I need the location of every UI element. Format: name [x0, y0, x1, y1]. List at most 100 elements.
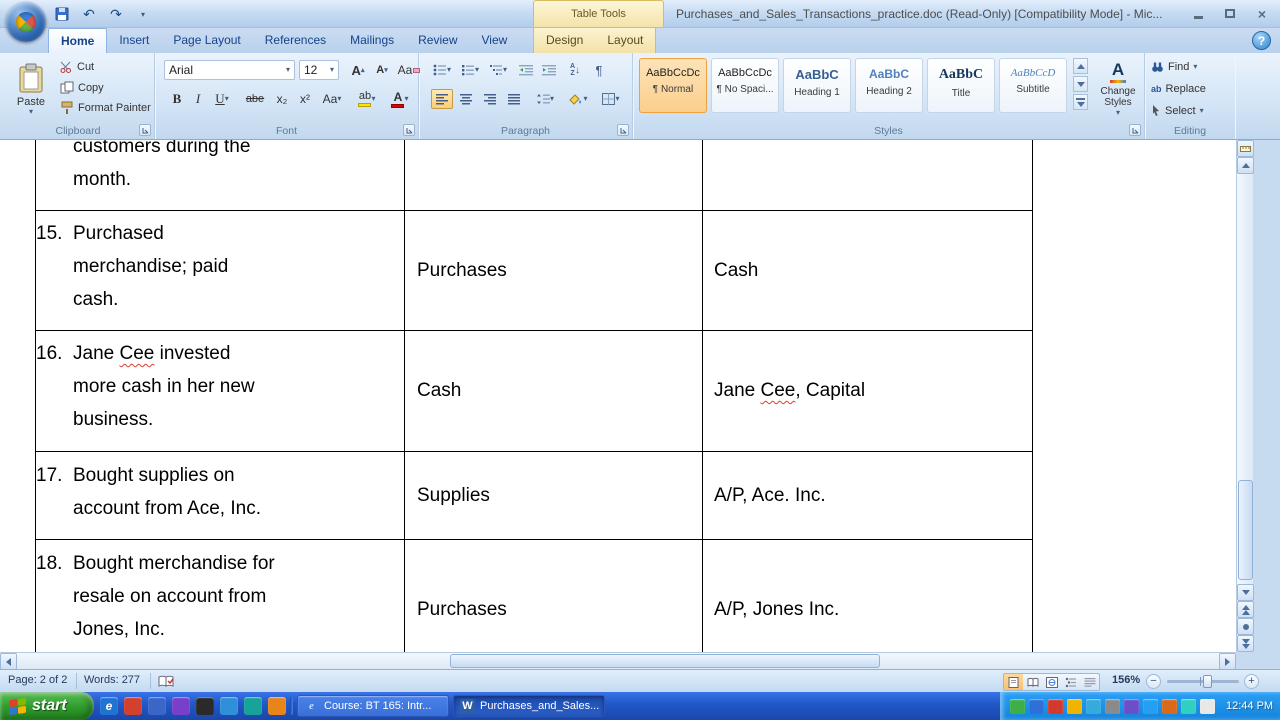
- cell-description[interactable]: customers during the month.: [36, 140, 404, 210]
- paragraph-dialog-launcher[interactable]: [617, 124, 629, 136]
- tab-review[interactable]: Review: [406, 28, 469, 53]
- tray-icon-1[interactable]: [1010, 698, 1025, 714]
- outline-view-button[interactable]: [1061, 674, 1080, 690]
- tray-icon-5[interactable]: [1086, 698, 1101, 714]
- cell-debit[interactable]: Supplies: [404, 452, 702, 539]
- vertical-scroll-thumb[interactable]: [1238, 480, 1253, 580]
- tray-icon-10[interactable]: [1181, 698, 1196, 714]
- shading-button[interactable]: ▾: [563, 89, 593, 109]
- font-dialog-launcher[interactable]: [403, 124, 415, 136]
- strikethrough-button[interactable]: abe: [241, 89, 269, 109]
- style-heading-1[interactable]: AaBbC Heading 1: [783, 58, 851, 113]
- tray-icon-6[interactable]: [1105, 698, 1120, 714]
- task-button-browser[interactable]: e Course: BT 165: Intr...: [297, 695, 449, 717]
- tray-icon-3[interactable]: [1048, 698, 1063, 714]
- vertical-scrollbar[interactable]: [1236, 140, 1254, 652]
- tab-design[interactable]: Design: [534, 28, 595, 53]
- tab-insert[interactable]: Insert: [107, 28, 161, 53]
- tab-view[interactable]: View: [470, 28, 520, 53]
- font-size-combo[interactable]: 12 ▾: [299, 60, 339, 80]
- bold-button[interactable]: B: [167, 89, 187, 109]
- style-title[interactable]: AaBbC Title: [927, 58, 995, 113]
- styles-scroll-up-button[interactable]: [1073, 58, 1088, 74]
- show-hide-marks-button[interactable]: ¶: [589, 60, 609, 80]
- cell-credit[interactable]: A/P, Jones Inc.: [702, 540, 1032, 652]
- tab-mailings[interactable]: Mailings: [338, 28, 406, 53]
- quick-launch-icon-7[interactable]: [244, 697, 262, 715]
- styles-dialog-launcher[interactable]: [1129, 124, 1141, 136]
- select-browse-object-button[interactable]: [1237, 618, 1254, 635]
- cell-debit[interactable]: Cash: [404, 331, 702, 451]
- sort-button[interactable]: AZ ↓: [563, 60, 587, 80]
- minimize-button[interactable]: [1188, 6, 1208, 21]
- cell-credit[interactable]: [702, 140, 1032, 210]
- tray-icon-2[interactable]: [1029, 698, 1044, 714]
- undo-button[interactable]: ↶: [79, 5, 99, 23]
- clipboard-dialog-launcher[interactable]: [139, 124, 151, 136]
- quick-launch-icon-8[interactable]: [268, 697, 286, 715]
- decrease-indent-button[interactable]: [515, 60, 537, 80]
- help-button[interactable]: ?: [1252, 31, 1271, 50]
- zoom-slider-thumb[interactable]: [1203, 675, 1212, 688]
- style-heading-2[interactable]: AaBbC Heading 2: [855, 58, 923, 113]
- zoom-out-button[interactable]: −: [1146, 674, 1161, 689]
- close-button[interactable]: ×: [1252, 6, 1272, 21]
- tab-layout[interactable]: Layout: [595, 28, 655, 53]
- quick-launch-ie-icon[interactable]: e: [100, 697, 118, 715]
- cell-debit[interactable]: [404, 140, 702, 210]
- highlight-color-button[interactable]: ab ▾: [352, 87, 382, 111]
- borders-button[interactable]: ▾: [597, 89, 625, 109]
- zoom-level[interactable]: 156%: [1112, 674, 1140, 686]
- tray-icon-4[interactable]: [1067, 698, 1082, 714]
- start-button[interactable]: start: [0, 692, 94, 720]
- tab-references[interactable]: References: [253, 28, 338, 53]
- page-indicator[interactable]: Page: 2 of 2: [8, 674, 67, 686]
- previous-page-button[interactable]: [1237, 601, 1254, 618]
- styles-scroll-down-button[interactable]: [1073, 76, 1088, 92]
- underline-button[interactable]: U ▾: [209, 89, 235, 109]
- styles-more-button[interactable]: [1073, 94, 1088, 110]
- cell-credit[interactable]: A/P, Ace. Inc.: [702, 452, 1032, 539]
- quick-launch-icon-2[interactable]: [124, 697, 142, 715]
- style-subtitle[interactable]: AaBbCcD Subtitle: [999, 58, 1067, 113]
- style-no-spacing[interactable]: AaBbCcDc ¶ No Spaci...: [711, 58, 779, 113]
- office-button[interactable]: [6, 2, 46, 42]
- task-button-word-doc[interactable]: W Purchases_and_Sales...: [453, 695, 605, 717]
- justify-button[interactable]: [503, 89, 525, 109]
- align-left-button[interactable]: [431, 89, 453, 109]
- align-right-button[interactable]: [479, 89, 501, 109]
- cell-debit[interactable]: Purchases: [404, 540, 702, 652]
- cell-description[interactable]: 16. Jane Cee invested more cash in her ne…: [36, 331, 404, 451]
- align-center-button[interactable]: [455, 89, 477, 109]
- italic-button[interactable]: I: [188, 89, 208, 109]
- superscript-button[interactable]: x²: [294, 89, 316, 109]
- multilevel-list-button[interactable]: ▾: [485, 60, 511, 80]
- cell-debit[interactable]: Purchases: [404, 211, 702, 330]
- cell-description[interactable]: 18. Bought merchandise for resale on acco…: [36, 540, 404, 652]
- change-case-button[interactable]: Aa ▾: [318, 89, 346, 109]
- change-styles-button[interactable]: A Change Styles ▾: [1095, 57, 1141, 119]
- horizontal-scrollbar[interactable]: [0, 652, 1236, 670]
- scroll-right-button[interactable]: [1219, 653, 1236, 670]
- copy-button[interactable]: Copy: [60, 81, 104, 94]
- scroll-down-button[interactable]: [1237, 584, 1254, 601]
- numbering-button[interactable]: ▾: [457, 60, 483, 80]
- cell-description[interactable]: 15. Purchased merchandise; paid cash.: [36, 211, 404, 330]
- bullets-button[interactable]: ▾: [429, 60, 455, 80]
- quick-launch-icon-3[interactable]: [148, 697, 166, 715]
- cell-credit[interactable]: Jane Cee, Capital: [702, 331, 1032, 451]
- web-layout-view-button[interactable]: [1042, 674, 1061, 690]
- style-normal[interactable]: AaBbCcDc ¶ Normal: [639, 58, 707, 113]
- horizontal-scroll-thumb[interactable]: [450, 654, 880, 668]
- view-ruler-button[interactable]: [1237, 140, 1254, 157]
- save-button[interactable]: [52, 5, 72, 23]
- draft-view-button[interactable]: [1080, 674, 1099, 690]
- spellcheck-status-button[interactable]: [158, 675, 175, 688]
- tray-icon-8[interactable]: [1143, 698, 1158, 714]
- subscript-button[interactable]: x₂: [271, 89, 293, 109]
- clear-formatting-button[interactable]: Aa: [397, 60, 421, 80]
- replace-button[interactable]: ab Replace: [1151, 83, 1206, 95]
- scroll-left-button[interactable]: [0, 653, 17, 670]
- paste-button[interactable]: Paste ▾: [8, 56, 54, 122]
- cell-description[interactable]: 17. Bought supplies on account from Ace, …: [36, 452, 404, 539]
